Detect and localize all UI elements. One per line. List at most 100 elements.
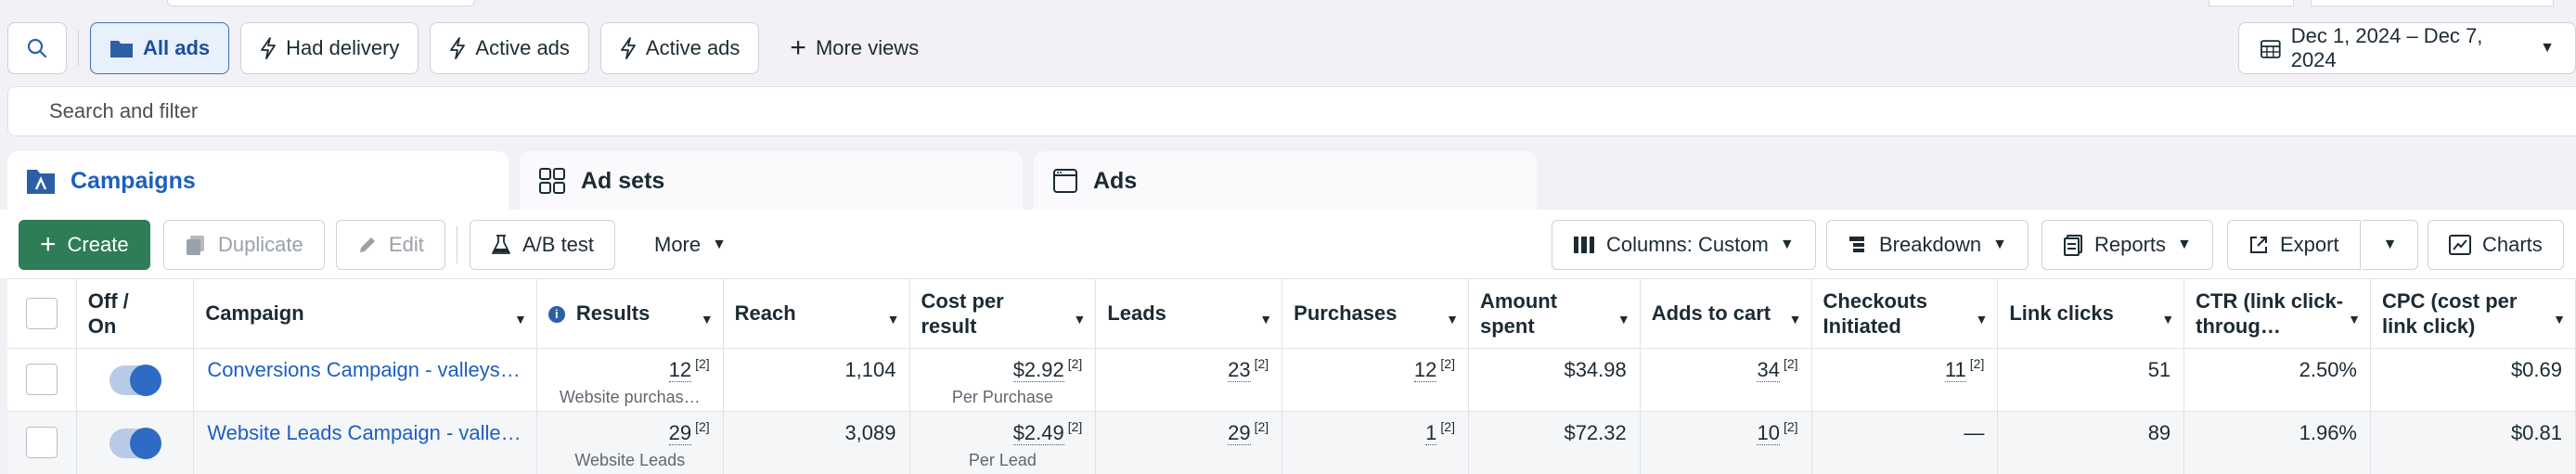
view-all-ads[interactable]: All ads (90, 22, 230, 74)
adds-to-cart-cell: 10 [2] (1640, 411, 1812, 474)
adds-value: 10 (1757, 420, 1780, 445)
header-ctr[interactable]: CTR (link click-throug… ▼ (2183, 279, 2371, 349)
footnote-ref: [2] (1440, 418, 1455, 434)
reports-button[interactable]: Reports ▼ (2041, 220, 2213, 270)
table-row[interactable]: Website Leads Campaign - valle… 29 [2] We… (7, 411, 2576, 474)
search-button[interactable] (7, 22, 67, 74)
cost-per-result-cell: $2.92 [2] Per Purchase (909, 348, 1097, 412)
sort-caret-icon[interactable]: ▼ (1975, 307, 1988, 332)
header-reach[interactable]: Reach ▼ (723, 279, 910, 349)
sort-caret-icon[interactable]: ▼ (2553, 307, 2566, 332)
view-active-ads[interactable]: Active ads (430, 22, 589, 74)
sort-caret-icon[interactable]: ▼ (1446, 307, 1459, 332)
plus-icon: + (40, 229, 57, 260)
sort-caret-icon[interactable]: ▼ (1617, 307, 1630, 332)
more-actions-button[interactable]: More ▼ (633, 220, 748, 270)
header-leads[interactable]: Leads ▼ (1095, 279, 1283, 349)
link-clicks-cell: 89 (1997, 411, 2185, 474)
tab-label: Campaigns (71, 167, 196, 194)
edit-button[interactable]: Edit (336, 220, 445, 270)
table-row[interactable]: Conversions Campaign - valleys… 12 [2] We… (7, 348, 2576, 412)
more-views-label: More views (815, 36, 920, 59)
row-select-cell (7, 348, 77, 412)
duplicate-icon (187, 236, 204, 255)
footnote-ref: [2] (1969, 355, 1985, 371)
adds-value: 34 (1757, 357, 1780, 382)
create-button[interactable]: + Create (19, 220, 150, 270)
charts-label: Charts (2482, 233, 2543, 256)
header-purchases[interactable]: Purchases ▼ (1282, 279, 1469, 349)
footnote-ref: [2] (1783, 355, 1798, 371)
export-button[interactable]: Export (2227, 220, 2361, 270)
ab-test-button[interactable]: A/B test (470, 220, 616, 270)
caret-down-icon: ▼ (712, 237, 727, 252)
campaign-toggle[interactable] (109, 427, 161, 459)
info-icon[interactable]: i (547, 306, 565, 324)
campaign-toggle[interactable] (109, 364, 161, 396)
leads-cell: 29 [2] (1095, 411, 1283, 474)
purchases-cell: 1 [2] (1282, 411, 1469, 474)
export-dropdown-button[interactable]: ▼ (2363, 220, 2418, 270)
header-cost-per-result[interactable]: Cost per result ▼ (909, 279, 1097, 349)
header-link-clicks[interactable]: Link clicks ▼ (1997, 279, 2185, 349)
caret-down-icon: ▼ (1779, 237, 1795, 252)
select-all-checkbox[interactable] (25, 297, 58, 329)
view-label: Active ads (645, 36, 741, 59)
sort-caret-icon[interactable]: ▼ (887, 307, 900, 332)
cpc-cell: $0.69 (2370, 348, 2576, 412)
views-toolbar: All ads Had delivery Active ads Active a… (7, 22, 938, 74)
more-views-button[interactable]: + More views (770, 22, 938, 74)
campaigns-table: Off / On Campaign ▼ i Results ▼ Reach ▼ Cost… (7, 278, 2576, 474)
date-range-picker[interactable]: Dec 1, 2024 – Dec 7, 2024 ▼ (2238, 22, 2576, 74)
sort-caret-icon[interactable]: ▼ (1789, 307, 1802, 332)
tab-ad-sets[interactable]: Ad sets (520, 151, 1023, 211)
date-range-label: Dec 1, 2024 – Dec 7, 2024 (2290, 24, 2483, 71)
toolbar-divider (78, 30, 79, 67)
cost-value: $2.49 (1012, 420, 1064, 445)
columns-button[interactable]: Columns: Custom ▼ (1552, 220, 1816, 270)
toggle-knob (129, 427, 161, 459)
header-offon[interactable]: Off / On (76, 279, 195, 349)
header-campaign[interactable]: Campaign ▼ (193, 279, 537, 349)
tab-campaigns[interactable]: Campaigns (7, 151, 509, 211)
leads-value: 23 (1228, 357, 1251, 382)
campaign-name-link[interactable]: Conversions Campaign - valleys… (207, 358, 523, 382)
row-checkbox[interactable] (25, 363, 58, 395)
sort-caret-icon[interactable]: ▼ (701, 307, 714, 332)
results-subtext: Website purchas… (559, 387, 701, 406)
header-cpc[interactable]: CPC (cost per link click) ▼ (2370, 279, 2576, 349)
header-label: Leads (1107, 301, 1166, 326)
sort-caret-icon[interactable]: ▼ (2161, 307, 2174, 332)
sort-caret-icon[interactable]: ▼ (2348, 307, 2361, 332)
header-results[interactable]: i Results ▼ (536, 279, 724, 349)
sort-caret-icon[interactable]: ▼ (514, 307, 527, 332)
sort-caret-icon[interactable]: ▼ (1073, 307, 1086, 332)
tab-ads[interactable]: Ads (1034, 151, 1537, 211)
date-range-button[interactable]: Dec 1, 2024 – Dec 7, 2024 ▼ (2238, 22, 2576, 74)
search-input[interactable]: Search and filter (7, 86, 2576, 136)
charts-button[interactable]: Charts (2428, 220, 2564, 270)
duplicate-button[interactable]: Duplicate (163, 220, 325, 270)
header-checkouts-initiated[interactable]: Checkouts Initiated ▼ (1811, 279, 1999, 349)
breakdown-button[interactable]: Breakdown ▼ (1826, 220, 2029, 270)
sort-caret-icon[interactable]: ▼ (1259, 307, 1272, 332)
row-toggle-cell (76, 348, 195, 412)
view-label: All ads (143, 36, 211, 59)
header-button-edge (2209, 0, 2294, 6)
caret-down-icon: ▼ (2177, 237, 2192, 252)
header-adds-to-cart[interactable]: Adds to cart ▼ (1640, 279, 1812, 349)
view-active-ads[interactable]: Active ads (599, 22, 760, 74)
header-label: CTR (link click-throug… (2196, 288, 2344, 338)
search-placeholder: Search and filter (49, 99, 199, 122)
campaign-name-link[interactable]: Website Leads Campaign - valle… (207, 421, 523, 445)
checkouts-cell: — (1811, 411, 1999, 474)
view-had-delivery[interactable]: Had delivery (240, 22, 419, 74)
header-label: Purchases (1294, 301, 1397, 326)
cpc-cell: $0.81 (2370, 411, 2576, 474)
header-amount-spent[interactable]: Amount spent ▼ (1468, 279, 1641, 349)
reports-label: Reports (2094, 233, 2167, 256)
amount-spent-cell: $34.98 (1468, 348, 1641, 412)
tab-label: Ad sets (581, 167, 665, 194)
row-checkbox[interactable] (25, 426, 58, 458)
purchases-value: 12 (1413, 357, 1437, 382)
